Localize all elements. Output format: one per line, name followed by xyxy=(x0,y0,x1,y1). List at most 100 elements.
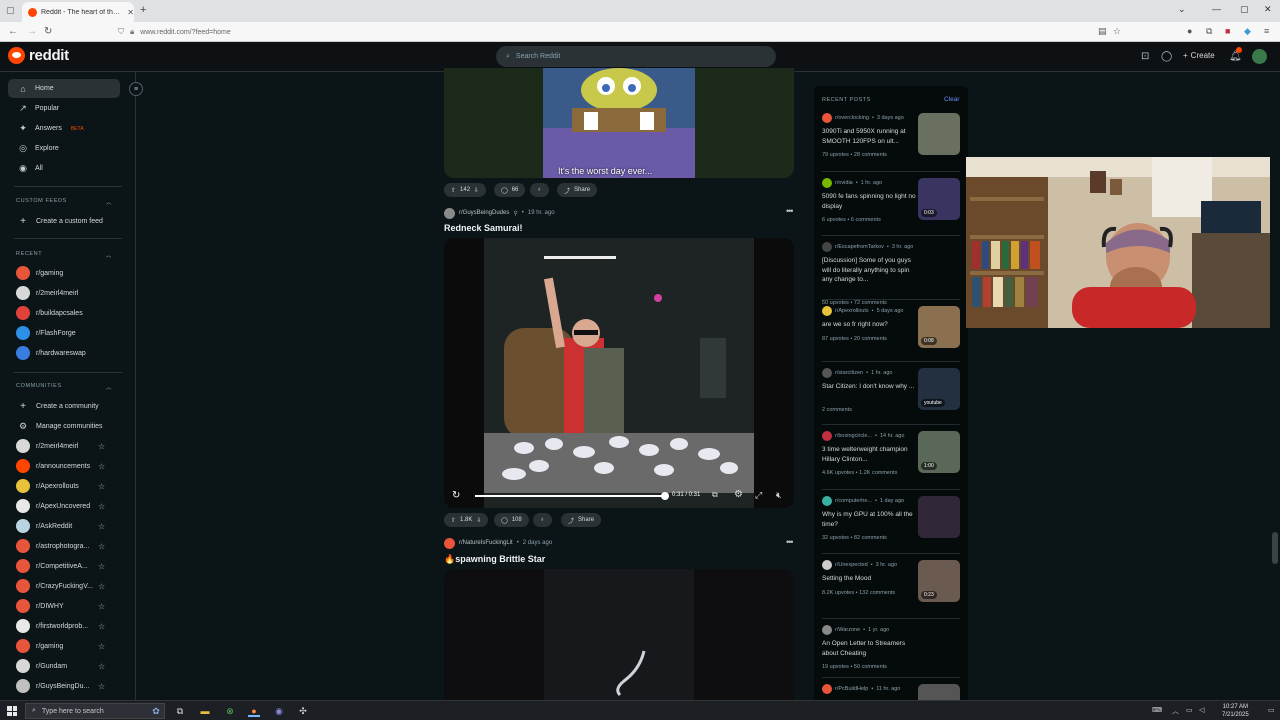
create-community[interactable]: + Create a community xyxy=(16,397,116,415)
sidebar-community[interactable]: r/GuysBeingDu... ☆ xyxy=(16,677,116,695)
create-button[interactable]: + Create xyxy=(1183,51,1215,60)
video-progress-bar[interactable] xyxy=(475,495,665,497)
share-button[interactable]: ⤴ Share xyxy=(557,183,598,197)
comments-button[interactable]: ◯ 66 xyxy=(494,183,526,197)
shield-icon[interactable]: ⛉ xyxy=(118,27,124,37)
recent-post-thumbnail[interactable]: 0:03 xyxy=(918,178,960,220)
recent-post-thumbnail[interactable] xyxy=(918,113,960,155)
sidebar-community[interactable]: r/2meirl4meirl ☆ xyxy=(16,437,116,455)
page-scrollbar[interactable] xyxy=(1270,72,1280,700)
close-tab-icon[interactable]: ✕ xyxy=(127,8,134,17)
app-icon[interactable]: ✣ xyxy=(297,705,309,717)
favorite-star-icon[interactable]: ☆ xyxy=(98,562,105,571)
sidebar-recent-community[interactable]: r/FlashForge xyxy=(16,324,116,342)
sidebar-item-home[interactable]: ⌂ Home xyxy=(8,79,120,98)
recent-post-title[interactable]: Star Citizen: I don't know why ... xyxy=(822,382,918,392)
recent-header[interactable]: RECENT ︿ xyxy=(16,251,112,259)
favorite-star-icon[interactable]: ☆ xyxy=(98,482,105,491)
more-options-icon[interactable]: ••• xyxy=(786,206,794,216)
sidebar-community[interactable]: r/gaming ☆ xyxy=(16,637,116,655)
upvote-icon[interactable]: ⇧ xyxy=(451,517,456,524)
award-button[interactable]: ♁ xyxy=(530,183,549,197)
sidebar-community[interactable]: r/Gundam ☆ xyxy=(16,657,116,675)
comments-button[interactable]: ◯ 108 xyxy=(494,513,529,527)
taskbar-search-input[interactable]: ⌕ Type here to search xyxy=(25,703,165,719)
sidebar-community[interactable]: r/Apexrollouts ☆ xyxy=(16,477,116,495)
more-options-icon[interactable]: ••• xyxy=(786,537,794,547)
reader-view-icon[interactable]: ▤ xyxy=(1098,26,1107,37)
vote-button[interactable]: ⇧ 1.8K ⇩ xyxy=(444,513,489,527)
favorite-star-icon[interactable]: ☆ xyxy=(98,442,105,451)
url-field[interactable]: ⛉ 🔒︎ www.reddit.com/?feed=home xyxy=(118,25,231,39)
widgets-icon[interactable]: ✿ xyxy=(150,705,162,717)
sidebar-community[interactable]: r/AskReddit ☆ xyxy=(16,517,116,535)
list-all-tabs-icon[interactable]: ⌄ xyxy=(1178,4,1186,15)
obs-icon[interactable]: ◉ xyxy=(273,705,285,717)
recent-post-subreddit[interactable]: r/boxingcircle... xyxy=(835,433,872,439)
post-title[interactable]: Redneck Samurai! xyxy=(444,223,523,233)
recent-post-title[interactable]: Setting the Mood xyxy=(822,574,918,584)
recent-post-subreddit[interactable]: r/Unexpected xyxy=(835,562,868,568)
network-icon[interactable]: ▭ xyxy=(1186,706,1193,714)
recent-post-title[interactable]: 3 time welterweight champion Hillary Cli… xyxy=(822,445,918,464)
recent-post-title[interactable]: are we so fr right now? xyxy=(822,320,918,330)
captions-icon[interactable]: ⧉ xyxy=(712,490,718,500)
recent-post-subreddit[interactable]: r/nvidia xyxy=(835,180,853,186)
post-video[interactable]: ↻ 0:31 / 0:31 ⧉ ⚙ ⤢ 🔇︎ xyxy=(444,238,794,508)
custom-feeds-header[interactable]: CUSTOM FEEDS ︿ xyxy=(16,198,112,206)
lock-icon[interactable]: 🔒︎ xyxy=(130,27,134,37)
sidebar-recent-community[interactable]: r/2meirl4meirl xyxy=(16,284,116,302)
sidebar-item-popular[interactable]: ↗ Popular xyxy=(8,99,120,118)
award-button[interactable]: ♁ xyxy=(533,513,552,527)
recent-post-subreddit[interactable]: r/PcBuildHelp xyxy=(835,686,868,692)
reddit-logo[interactable]: reddit xyxy=(8,47,69,64)
recent-post-title[interactable]: [Discussion] Some of you guys will do li… xyxy=(822,256,918,285)
recent-post-thumbnail[interactable]: 0:23 xyxy=(918,560,960,602)
post-video[interactable] xyxy=(444,569,794,700)
favorite-star-icon[interactable]: ☆ xyxy=(98,642,105,651)
extension-icon[interactable]: ● xyxy=(1187,26,1192,36)
sidebar-community[interactable]: r/CrazyFuckingV... ☆ xyxy=(16,577,116,595)
windows-start-icon[interactable] xyxy=(7,706,17,716)
maximize-icon[interactable]: ▢ xyxy=(1240,4,1249,15)
sidebar-community[interactable]: r/astrophotogra... ☆ xyxy=(16,537,116,555)
sidebar-community[interactable]: r/CompetitiveA... ☆ xyxy=(16,557,116,575)
clear-recent-button[interactable]: Clear xyxy=(944,96,960,103)
subreddit-avatar[interactable] xyxy=(444,537,455,549)
recent-post-title[interactable]: An Open Letter to Streamers about Cheati… xyxy=(822,639,918,658)
sidebar-item-answers[interactable]: ✦ Answers BETA xyxy=(8,119,120,138)
mute-icon[interactable]: 🔇︎ xyxy=(776,490,782,501)
manage-communities[interactable]: ⚙ Manage communities xyxy=(16,417,116,435)
settings-gear-icon[interactable]: ⚙ xyxy=(734,489,743,500)
file-explorer-icon[interactable]: ▬ xyxy=(199,705,211,717)
recent-post-thumbnail[interactable] xyxy=(918,684,960,700)
taskbar-clock[interactable]: 10:27 AM 7/21/2025 xyxy=(1222,703,1249,719)
recent-post-thumbnail[interactable]: 0:08 xyxy=(918,306,960,348)
favorite-star-icon[interactable]: ☆ xyxy=(98,542,105,551)
favorite-star-icon[interactable]: ☆ xyxy=(98,502,105,511)
sidebar-recent-community[interactable]: r/buildapcsales xyxy=(16,304,116,322)
sidebar-community[interactable]: r/announcements ☆ xyxy=(16,457,116,475)
addon-2-icon[interactable]: ◆ xyxy=(1244,26,1251,37)
new-tab-button[interactable]: + xyxy=(140,4,146,16)
recent-post-title[interactable]: 3090Ti and 5950X running at SMOOTH 120FP… xyxy=(822,127,918,146)
downvote-icon[interactable]: ⇩ xyxy=(474,187,479,194)
favorite-star-icon[interactable]: ☆ xyxy=(98,582,105,591)
fullscreen-icon[interactable]: ⤢ xyxy=(755,490,762,501)
share-button[interactable]: ⤴ Share xyxy=(561,513,602,527)
sidebar-recent-community[interactable]: r/hardwareswap xyxy=(16,344,116,362)
volume-icon[interactable]: ◁ xyxy=(1199,706,1204,714)
favorite-star-icon[interactable]: ☆ xyxy=(98,662,105,671)
extensions-puzzle-icon[interactable]: ⧉ xyxy=(1206,26,1212,37)
notifications-icon[interactable]: ▭ xyxy=(1268,706,1275,714)
sidebar-recent-community[interactable]: r/gaming xyxy=(16,264,116,282)
collapse-sidebar-button[interactable]: ≡ xyxy=(129,82,143,96)
recent-post-subreddit[interactable]: r/Warzone xyxy=(835,627,860,633)
favorite-star-icon[interactable]: ☆ xyxy=(98,522,105,531)
sidebar-item-all[interactable]: ◉ All xyxy=(8,159,120,178)
xbox-icon[interactable]: ⊗ xyxy=(224,705,236,717)
recent-post-subreddit[interactable]: r/computerhe... xyxy=(835,498,872,504)
post-title[interactable]: 🔥spawning Brittle Star xyxy=(444,554,545,565)
create-custom-feed[interactable]: + Create a custom feed xyxy=(16,212,116,230)
subreddit-avatar[interactable] xyxy=(444,207,455,219)
